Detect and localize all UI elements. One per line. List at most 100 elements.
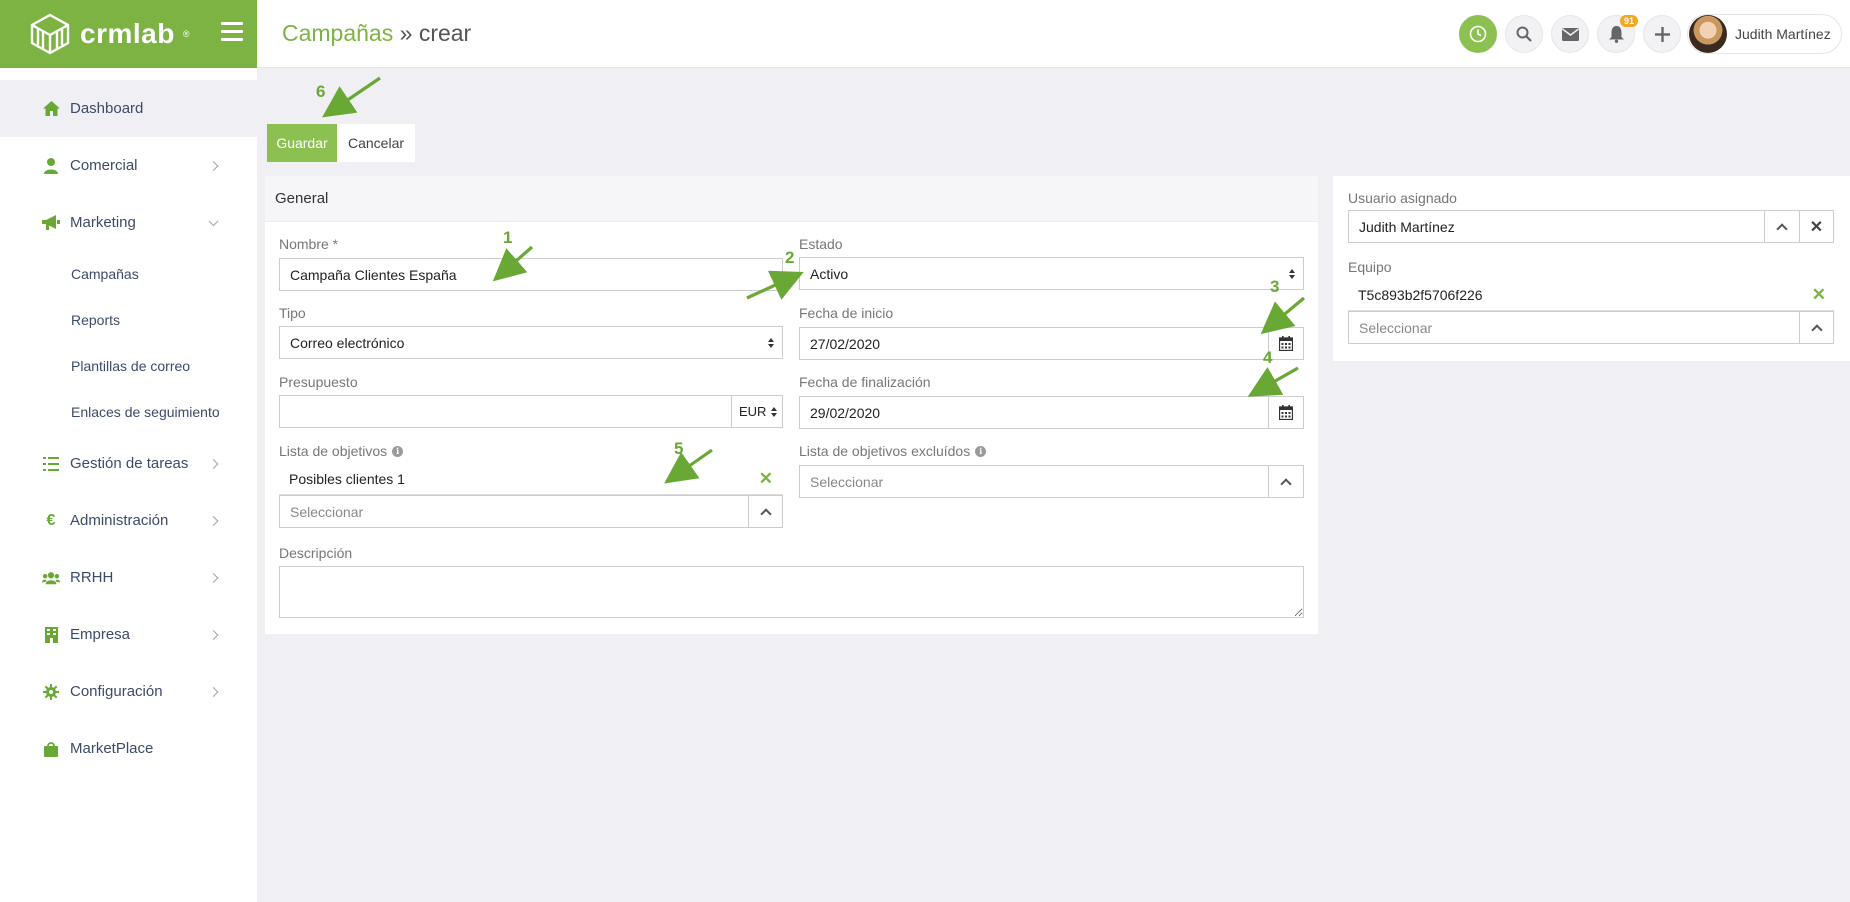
sidebar-item-dashboard[interactable]: Dashboard — [0, 80, 257, 137]
sidebar-subitem-enlaces[interactable]: Enlaces de seguimiento — [0, 389, 257, 435]
plus-icon — [1654, 26, 1670, 42]
panel-title: General — [265, 176, 1318, 222]
sidebar-item-label: MarketPlace — [70, 740, 154, 757]
brand-bar: crmlab ® — [0, 0, 257, 68]
nombre-input[interactable]: Campaña Clientes España — [279, 258, 783, 291]
clock-icon — [1469, 25, 1487, 43]
sidebar-item-administracion[interactable]: € Administración — [0, 492, 257, 549]
annotation-label-1: 1 — [503, 228, 513, 247]
sidebar-subitem-campanas[interactable]: Campañas — [0, 251, 257, 297]
select-arrows-icon — [1289, 268, 1295, 279]
chevron-up-icon — [759, 507, 772, 520]
sidebar-item-marketplace[interactable]: MarketPlace — [0, 720, 257, 777]
select-arrows-icon — [768, 337, 774, 348]
lista-objetivos-selected-item: Posibles clientes 1 ✕ — [279, 464, 783, 495]
presupuesto-label: Presupuesto — [279, 374, 358, 390]
info-icon[interactable]: i — [975, 445, 987, 457]
tipo-select[interactable]: Correo electrónico — [279, 326, 783, 359]
usuario-clear-button[interactable]: ✕ — [1799, 210, 1834, 243]
fecha-inicio-calendar-button[interactable] — [1268, 327, 1304, 360]
lista-excluidos-select-input[interactable]: Seleccionar — [799, 465, 1269, 498]
assignment-panel: Usuario asignado Judith Martínez ✕ Equip… — [1333, 176, 1850, 361]
tasks-icon — [42, 455, 60, 473]
tipo-label: Tipo — [279, 305, 306, 321]
top-header: Campañas » crear 91 Judith Martínez — [257, 0, 1850, 68]
equipo-select-input[interactable]: Seleccionar — [1348, 311, 1800, 344]
tipo-value: Correo electrónico — [290, 334, 405, 351]
fecha-fin-calendar-button[interactable] — [1268, 396, 1304, 429]
chevron-up-icon — [1776, 222, 1788, 235]
bell-icon — [1608, 25, 1624, 43]
sidebar-item-label: Comercial — [70, 157, 138, 174]
annotation-label-3: 3 — [1270, 277, 1280, 296]
presupuesto-input[interactable] — [279, 395, 732, 428]
lista-excluidos-label: Lista de objetivos excluídos i — [799, 443, 987, 459]
estado-value: Activo — [810, 265, 849, 282]
remove-icon[interactable]: ✕ — [759, 469, 773, 489]
users-icon — [42, 569, 60, 587]
annotation-label-6: 6 — [316, 82, 326, 101]
brand-name: crmlab — [80, 18, 175, 49]
sidebar-item-tareas[interactable]: Gestión de tareas — [0, 435, 257, 492]
hamburger-menu-icon[interactable] — [221, 22, 243, 46]
lista-excluidos-toggle-button[interactable] — [1268, 465, 1304, 498]
add-button[interactable] — [1643, 15, 1681, 53]
search-icon — [1516, 26, 1532, 42]
lista-objetivos-toggle-button[interactable] — [748, 495, 783, 528]
save-button[interactable]: Guardar — [267, 124, 337, 162]
estado-label: Estado — [799, 236, 843, 252]
search-button[interactable] — [1505, 15, 1543, 53]
cube-logo-icon — [30, 13, 70, 55]
sidebar-subitem-plantillas[interactable]: Plantillas de correo — [0, 343, 257, 389]
currency-select[interactable]: EUR — [731, 395, 783, 428]
sidebar-item-label: RRHH — [70, 569, 114, 586]
mail-button[interactable] — [1551, 15, 1589, 53]
calendar-icon — [1279, 405, 1293, 420]
notifications-button[interactable]: 91 — [1597, 15, 1638, 53]
estado-select[interactable]: Activo — [799, 257, 1304, 290]
breadcrumb-current: crear — [418, 20, 472, 46]
mail-icon — [1561, 27, 1579, 41]
lista-objetivos-select-input[interactable]: Seleccionar — [279, 495, 749, 528]
info-icon[interactable]: i — [392, 445, 404, 457]
sidebar-item-comercial[interactable]: Comercial — [0, 137, 257, 194]
gear-icon — [42, 683, 60, 701]
sidebar-item-label: Dashboard — [70, 100, 144, 117]
sidebar-subitem-reports[interactable]: Reports — [0, 297, 257, 343]
remove-icon[interactable]: ✕ — [1812, 285, 1826, 305]
brand-reg: ® — [182, 29, 190, 39]
usuario-asignado-input[interactable]: Judith Martínez — [1348, 210, 1765, 243]
chevron-right-icon — [208, 686, 219, 697]
sidebar-item-label: Configuración — [70, 683, 163, 700]
sidebar-item-configuracion[interactable]: Configuración — [0, 663, 257, 720]
lista-objetivos-label: Lista de objetivos i — [279, 443, 404, 459]
breadcrumb-parent[interactable]: Campañas — [282, 20, 393, 46]
chevron-right-icon — [208, 458, 219, 469]
building-icon — [42, 626, 60, 644]
annotation-label-2: 2 — [785, 248, 795, 267]
chevron-right-icon — [208, 572, 219, 583]
annotation-label-5: 5 — [674, 439, 684, 458]
sidebar-item-marketing[interactable]: Marketing — [0, 194, 257, 251]
crmlab-logo[interactable]: crmlab ® — [28, 12, 189, 56]
usuario-toggle-button[interactable] — [1764, 210, 1800, 243]
equipo-toggle-button[interactable] — [1799, 311, 1834, 344]
cancel-button[interactable]: Cancelar — [337, 124, 415, 162]
equipo-selected-item: T5c893b2f5706f226 ✕ — [1348, 280, 1834, 311]
lista-objetivos-item-label: Posibles clientes 1 — [289, 471, 405, 487]
sidebar-item-label: Administración — [70, 512, 169, 529]
select-arrows-icon — [771, 406, 777, 417]
descripcion-textarea[interactable] — [279, 566, 1304, 618]
sidebar: crmlab ® Dashboard Comercial Marketing C… — [0, 0, 257, 902]
fecha-inicio-label: Fecha de inicio — [799, 305, 894, 321]
sidebar-item-empresa[interactable]: Empresa — [0, 606, 257, 663]
fecha-fin-input[interactable]: 29/02/2020 — [799, 396, 1269, 429]
bag-icon — [42, 740, 60, 758]
user-menu[interactable]: Judith Martínez — [1687, 14, 1842, 54]
chevron-right-icon — [208, 515, 219, 526]
clock-button[interactable] — [1459, 15, 1497, 53]
chevron-up-icon — [1280, 477, 1292, 490]
fecha-inicio-input[interactable]: 27/02/2020 — [799, 327, 1269, 360]
sidebar-item-rrhh[interactable]: RRHH — [0, 549, 257, 606]
nombre-label: Nombre * — [279, 236, 339, 252]
